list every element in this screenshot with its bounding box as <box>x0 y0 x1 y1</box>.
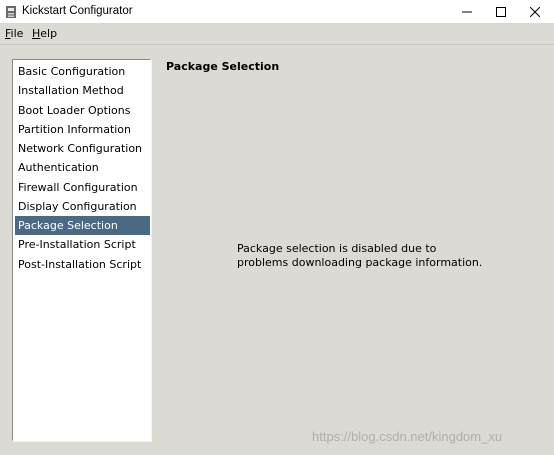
sidebar-item[interactable]: Authentication <box>15 158 150 177</box>
sidebar-item[interactable]: Installation Method <box>15 81 150 100</box>
sidebar-item[interactable]: Post-Installation Script <box>15 255 150 274</box>
page-title: Package Selection <box>166 60 280 73</box>
sidebar-item[interactable]: Display Configuration <box>15 197 150 216</box>
status-message-line-2: problems downloading package information… <box>237 256 483 269</box>
title-bar[interactable]: Kickstart Configurator <box>0 0 554 24</box>
sidebar-item[interactable]: Basic Configuration <box>15 62 150 81</box>
sidebar-item[interactable]: Boot Loader Options <box>15 101 150 120</box>
minimize-button[interactable] <box>450 0 484 24</box>
menu-divider <box>0 44 554 45</box>
sidebar-item[interactable]: Package Selection <box>15 216 150 235</box>
close-button[interactable] <box>518 0 552 24</box>
maximize-icon <box>496 7 506 17</box>
close-icon <box>530 7 540 17</box>
section-list[interactable]: Basic Configuration Installation Method Bo… <box>12 59 151 441</box>
menu-file[interactable]: File <box>5 27 23 40</box>
status-message-line-1: Package selection is disabled due to <box>237 242 437 255</box>
sidebar-item[interactable]: Network Configuration <box>15 139 150 158</box>
app-icon <box>4 5 18 19</box>
kickstart-window: Kickstart Configurator File Help Basic C… <box>0 0 554 455</box>
menu-file-label: ile <box>10 27 24 40</box>
minimize-icon <box>462 11 472 13</box>
sidebar-item[interactable]: Pre-Installation Script <box>15 235 150 254</box>
maximize-button[interactable] <box>484 0 518 24</box>
status-message: Package selection is disabled due to pro… <box>237 242 497 270</box>
sidebar-item[interactable]: Firewall Configuration <box>15 178 150 197</box>
menu-help-label: elp <box>40 27 58 40</box>
window-title: Kickstart Configurator <box>22 5 133 17</box>
sidebar-item[interactable]: Partition Information <box>15 120 150 139</box>
menu-bar: File Help <box>0 24 554 44</box>
menu-help[interactable]: Help <box>32 27 57 40</box>
watermark: https://blog.csdn.net/kingdom_xu <box>312 429 503 444</box>
